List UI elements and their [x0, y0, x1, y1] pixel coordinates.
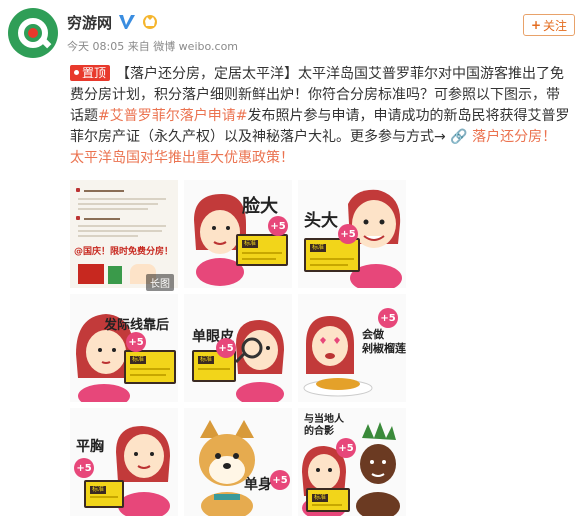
avatar[interactable] [8, 8, 58, 58]
doc-line [78, 203, 158, 205]
avatar-dot [28, 28, 38, 38]
criteria-sign: 标准 [236, 234, 288, 266]
pinned-badge: 置顶 [70, 65, 111, 81]
plus-five-badge: +5 [126, 332, 146, 352]
sign-line [310, 264, 348, 266]
doc-line [78, 198, 166, 200]
shiba-dog-figure [199, 420, 255, 516]
post-header: 穷游网 今天 08:05 来自 微博 weibo.com + 关注 [8, 8, 575, 58]
image-flat[interactable]: 平胸 +5 标准 [70, 408, 178, 516]
sign-line [310, 258, 354, 260]
sign-label: 标准 [242, 240, 259, 248]
account-name[interactable]: 穷游网 [67, 12, 112, 33]
image-long-doc[interactable]: @国庆！限时免费分房！ [70, 180, 178, 288]
follow-label: 关注 [543, 18, 568, 33]
caption-head: 头大 [304, 211, 338, 231]
doc-line [78, 225, 166, 227]
sign-line [242, 258, 276, 260]
name-row: 穷游网 [67, 12, 158, 32]
doc-line [84, 218, 120, 220]
image-head[interactable]: 头大 标准 +5 [298, 180, 406, 288]
topic-link[interactable]: #艾普罗菲尔落户申请# [98, 108, 247, 124]
plus-five-badge: +5 [378, 308, 398, 328]
sign-line [312, 504, 342, 506]
caption-eat: 会做 剁椒榴莲 [362, 328, 406, 355]
plus-five-badge: +5 [216, 338, 236, 358]
sign-line [130, 368, 170, 370]
doc-line [78, 230, 162, 232]
doc-book [108, 266, 122, 284]
image-eyelid[interactable]: 单眼皮 标准 +5 [184, 294, 292, 402]
sign-label: 标准 [130, 356, 147, 364]
sign-line [130, 374, 166, 376]
doc-line [78, 235, 138, 237]
girl-hairline-figure [76, 314, 134, 402]
caption-face: 脸大 [242, 196, 278, 217]
girl-eyelid-figure [234, 320, 284, 402]
sign-label: 标准 [90, 486, 107, 494]
doc-banner: @国庆！限时免费分房！ [74, 247, 174, 257]
doc-line [84, 190, 124, 192]
verified-icon [118, 14, 136, 30]
sign-line [198, 368, 230, 370]
doc-line [78, 208, 148, 210]
image-single[interactable]: 单身 +5 [184, 408, 292, 516]
pin-label: 置顶 [82, 66, 107, 80]
caption-locals: 与当地人 的合影 [304, 414, 344, 437]
image-face[interactable]: 脸大 标准 +5 [184, 180, 292, 288]
criteria-sign: 标准 [84, 480, 124, 508]
long-image-tag: 长图 [146, 274, 174, 291]
post-text: 置顶 【落户还分房，定居太平洋】太平洋岛国艾普罗菲尔对中国游客推出了免费分房计划，… [70, 64, 570, 169]
sign-label: 标准 [310, 244, 327, 252]
criteria-sign: 标准 [306, 488, 350, 512]
plus-five-badge: +5 [336, 438, 356, 458]
caption-single: 单身 [244, 477, 272, 493]
follow-button[interactable]: + 关注 [523, 14, 575, 36]
doc-bullet [76, 216, 80, 220]
caption-hairline: 发际线靠后 [104, 318, 170, 333]
sign-line [90, 496, 118, 498]
sign-label: 标准 [198, 356, 215, 364]
plus-five-badge: +5 [338, 224, 358, 244]
post-meta: 今天 08:05 来自 微博 weibo.com [67, 40, 239, 53]
caption-flat: 平胸 [76, 439, 104, 455]
avatar-tail [38, 35, 52, 49]
image-grid: @国庆！限时免费分房！ 长图 脸大 标准 +5 头大 标准 +5 发际线靠后 标… [70, 180, 408, 519]
plus-five-badge: +5 [270, 470, 290, 490]
doc-certificate [78, 264, 104, 284]
doc-image: @国庆！限时免费分房！ [70, 180, 178, 288]
sign-label: 标准 [312, 494, 329, 502]
plus-icon: + [530, 18, 542, 32]
sign-line [242, 252, 282, 254]
plus-five-badge: +5 [74, 458, 94, 478]
vip-badge-icon [142, 14, 158, 30]
plus-five-badge: +5 [268, 216, 288, 236]
image-hairline[interactable]: 发际线靠后 标准 +5 [70, 294, 178, 402]
image-eat[interactable]: 会做 剁椒榴莲 +5 [298, 294, 406, 402]
criteria-sign: 标准 [124, 350, 176, 384]
doc-bullet [76, 188, 80, 192]
image-locals[interactable]: 与当地人 的合影 +5 标准 [298, 408, 406, 516]
pin-dot-icon [74, 70, 79, 75]
